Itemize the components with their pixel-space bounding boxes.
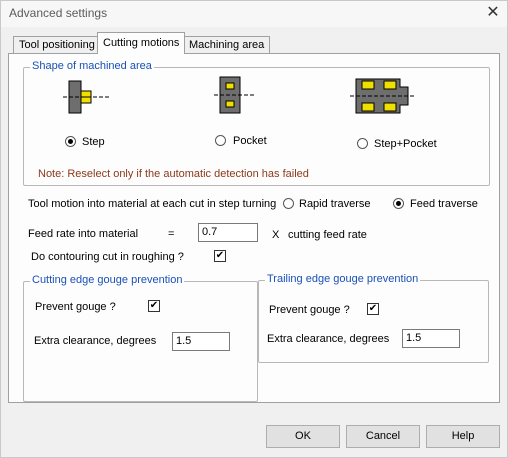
advanced-settings-dialog: Advanced settings ✕ Tool positioning Cut… (0, 0, 508, 458)
help-button[interactable]: Help (426, 425, 500, 448)
detection-note: Note: Reselect only if the automatic det… (38, 168, 309, 180)
feed-rate-input[interactable]: 0.7 (198, 223, 258, 242)
dialog-title: Advanced settings (9, 6, 108, 20)
cutting-motions-panel: Shape of machined area Step Pocket Step+… (8, 53, 500, 403)
feed-rate-multiplier: X (272, 229, 280, 241)
tab-cutting-motions[interactable]: Cutting motions (97, 32, 186, 54)
rapid-traverse-label: Rapid traverse (299, 198, 371, 210)
trailing-edge-prevent-checkbox[interactable]: ✔ (367, 303, 379, 315)
step-pocket-shape-icon (350, 78, 414, 114)
shape-group-legend: Shape of machined area (30, 60, 154, 72)
step-label: Step (82, 136, 105, 148)
feed-rate-equals: = (168, 228, 175, 240)
cutting-edge-clearance-input[interactable]: 1.5 (172, 332, 230, 351)
tab-machining-area[interactable]: Machining area (183, 36, 271, 54)
cancel-button[interactable]: Cancel (346, 425, 420, 448)
cutting-edge-legend: Cutting edge gouge prevention (30, 274, 185, 286)
step-shape-icon (63, 80, 109, 114)
trailing-edge-clearance-input[interactable]: 1.5 (402, 329, 460, 348)
cutting-edge-prevent-checkbox[interactable]: ✔ (148, 300, 160, 312)
step-pocket-label: Step+Pocket (374, 138, 437, 150)
trailing-edge-prevent-label: Prevent gouge ? (269, 304, 350, 316)
ok-button[interactable]: OK (266, 425, 340, 448)
pocket-radio[interactable] (215, 135, 226, 146)
title-bar: Advanced settings ✕ (1, 1, 507, 27)
cutting-edge-gouge-group: Cutting edge gouge prevention Prevent go… (23, 274, 258, 402)
contouring-checkbox[interactable]: ✔ (214, 250, 226, 262)
feed-rate-unit: cutting feed rate (288, 229, 367, 241)
trailing-edge-legend: Trailing edge gouge prevention (265, 273, 421, 285)
pocket-shape-icon (214, 76, 256, 114)
contouring-label: Do contouring cut in roughing ? (31, 251, 184, 263)
cutting-edge-clearance-label: Extra clearance, degrees (34, 335, 157, 347)
trailing-edge-gouge-group: Trailing edge gouge prevention Prevent g… (258, 273, 489, 363)
feed-rate-label: Feed rate into material (28, 228, 139, 240)
trailing-edge-clearance-label: Extra clearance, degrees (267, 333, 390, 345)
tool-motion-label: Tool motion into material at each cut in… (28, 198, 277, 210)
feed-traverse-radio[interactable] (393, 198, 404, 209)
shape-of-machined-area-group: Shape of machined area Step Pocket Step+… (23, 60, 490, 186)
rapid-traverse-radio[interactable] (283, 198, 294, 209)
cutting-edge-prevent-label: Prevent gouge ? (35, 301, 116, 313)
pocket-label: Pocket (233, 135, 267, 147)
step-pocket-radio[interactable] (357, 138, 368, 149)
close-icon[interactable]: ✕ (479, 1, 507, 27)
feed-traverse-label: Feed traverse (410, 198, 478, 210)
step-radio[interactable] (65, 136, 76, 147)
tab-tool-positioning[interactable]: Tool positioning (13, 36, 101, 54)
